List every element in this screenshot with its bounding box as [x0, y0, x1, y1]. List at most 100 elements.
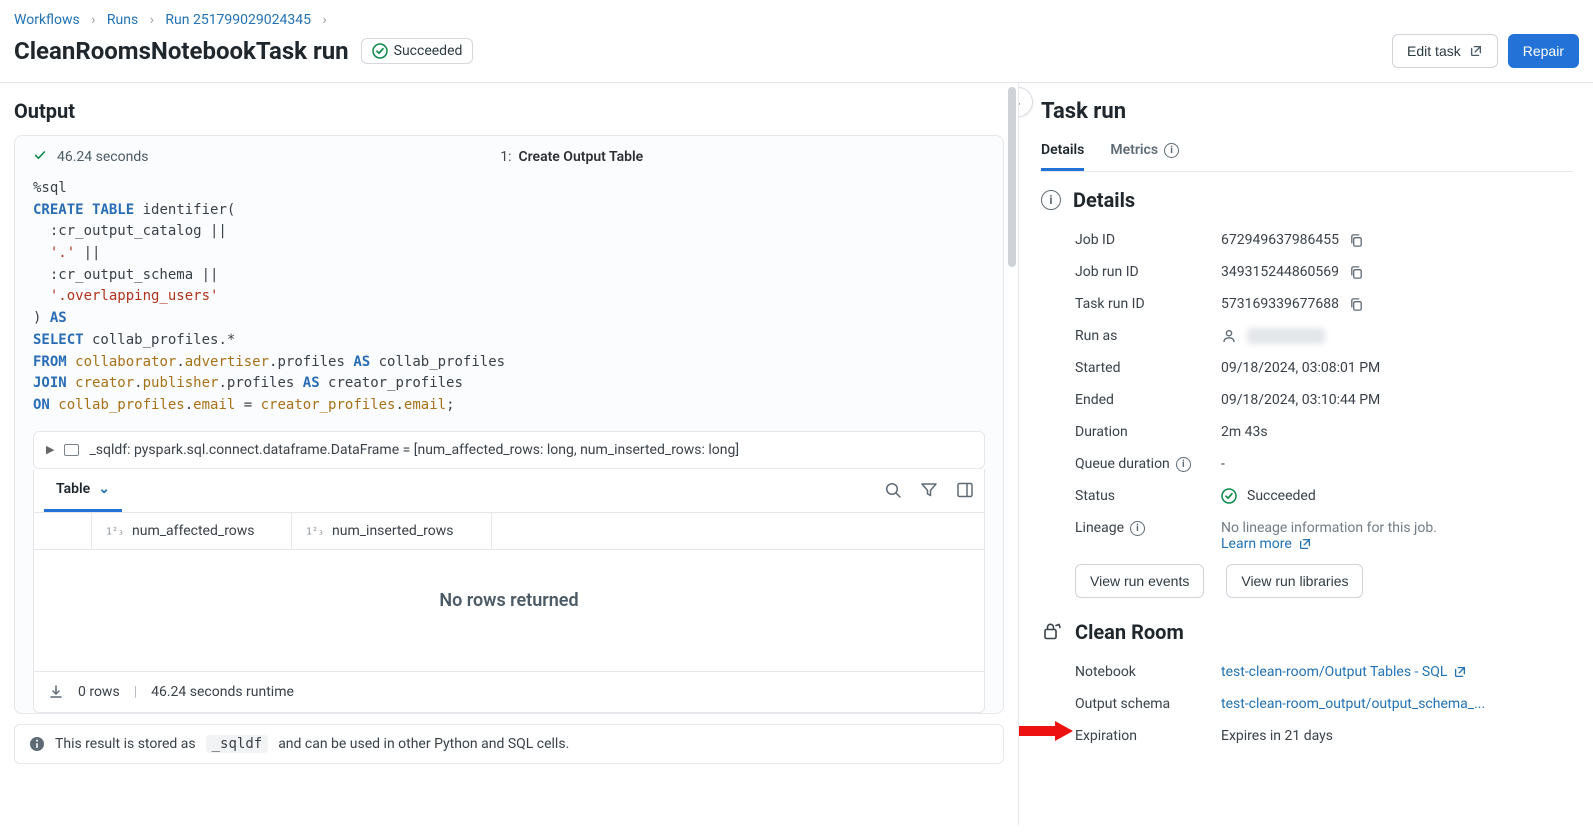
clean-room-title: Clean Room [1075, 620, 1184, 644]
breadcrumb-link-workflows[interactable]: Workflows [14, 12, 80, 28]
value-job-id: 672949637986455 [1221, 232, 1339, 248]
tab-metrics[interactable]: Metrics i [1110, 134, 1179, 171]
value-duration: 2m 43s [1221, 424, 1268, 440]
check-icon [33, 148, 47, 166]
code-block: %sql CREATE TABLE identifier( :cr_output… [33, 172, 985, 431]
breadcrumb-link-runs[interactable]: Runs [107, 12, 138, 28]
dataframe-icon [64, 444, 79, 456]
view-run-events-button[interactable]: View run events [1075, 564, 1204, 598]
search-icon[interactable] [884, 481, 902, 499]
separator: | [134, 684, 137, 700]
learn-more-link[interactable]: Learn more [1221, 536, 1573, 552]
external-link-icon [1453, 665, 1467, 679]
copy-icon[interactable] [1349, 233, 1364, 248]
info-icon [29, 736, 45, 752]
value-queue-duration: - [1221, 456, 1225, 472]
label-ended: Ended [1075, 392, 1114, 408]
svg-text:1²₃: 1²₃ [106, 526, 124, 537]
page-title: CleanRoomsNotebookTask run [14, 37, 349, 65]
value-task-run-id: 573169339677688 [1221, 296, 1339, 312]
label-started: Started [1075, 360, 1121, 376]
edit-task-label: Edit task [1407, 43, 1461, 59]
person-icon [1221, 328, 1237, 344]
collapse-panel-button[interactable]: › [1018, 87, 1033, 117]
info-icon[interactable]: i [1176, 457, 1191, 472]
cell-duration: 46.24 seconds [57, 149, 148, 165]
table-header: 1²₃ num_affected_rows 1²₃ num_inserted_r… [34, 513, 984, 550]
clean-room-icon [1041, 621, 1063, 643]
repair-button[interactable]: Repair [1508, 34, 1579, 68]
external-link-icon [1469, 44, 1483, 58]
label-job-run-id: Job run ID [1075, 264, 1139, 280]
tab-table[interactable]: Table ⌄ [44, 469, 122, 512]
value-output-schema: test-clean-room_output/output_schema_... [1221, 696, 1485, 712]
copy-icon[interactable] [1349, 297, 1364, 312]
svg-text:1²₃: 1²₃ [306, 526, 324, 537]
download-icon[interactable] [48, 684, 64, 700]
label-output-schema: Output schema [1075, 696, 1170, 712]
output-heading: Output [0, 83, 1018, 135]
numeric-type-icon: 1²₃ [306, 524, 324, 538]
result-note-post: and can be used in other Python and SQL … [278, 736, 569, 752]
notebook-cell: 46.24 seconds 1: Create Output Table %sq… [14, 135, 1004, 714]
expand-icon[interactable]: ▶ [46, 443, 54, 456]
value-expiration: Expires in 21 days [1221, 728, 1333, 744]
status-badge-label: Succeeded [394, 43, 463, 59]
chevron-down-icon[interactable]: ⌄ [98, 481, 110, 497]
tab-details-label: Details [1041, 142, 1084, 158]
value-lineage: No lineage information for this job. [1221, 520, 1573, 536]
sqldf-summary[interactable]: ▶ _sqldf: pyspark.sql.connect.dataframe.… [33, 431, 985, 469]
runtime-text: 46.24 seconds runtime [151, 684, 294, 700]
info-icon: i [1041, 190, 1061, 210]
value-job-run-id: 349315244860569 [1221, 264, 1339, 280]
label-status: Status [1075, 488, 1115, 504]
row-count: 0 rows [78, 684, 120, 700]
result-note: This result is stored as _sqldf and can … [14, 724, 1004, 764]
chevron-right-icon: › [91, 12, 95, 28]
label-job-id: Job ID [1075, 232, 1115, 248]
chevron-right-icon: › [150, 12, 154, 28]
view-run-libraries-button[interactable]: View run libraries [1226, 564, 1363, 598]
label-run-as: Run as [1075, 328, 1117, 344]
label-task-run-id: Task run ID [1075, 296, 1145, 312]
label-duration: Duration [1075, 424, 1128, 440]
value-status: Succeeded [1247, 488, 1316, 504]
status-badge: Succeeded [361, 38, 474, 64]
task-run-heading: Task run [1041, 99, 1573, 124]
scrollbar[interactable] [1008, 87, 1016, 267]
info-icon[interactable]: i [1130, 521, 1145, 536]
label-lineage: Lineage [1075, 520, 1124, 536]
output-schema-link[interactable]: test-clean-room_output/output_schema_... [1221, 696, 1485, 712]
column-name-0: num_affected_rows [132, 523, 255, 539]
panel-icon[interactable] [956, 481, 974, 499]
filter-icon[interactable] [920, 481, 938, 499]
chevron-right-icon: › [322, 12, 326, 28]
empty-table-message: No rows returned [34, 550, 984, 671]
tab-table-label: Table [56, 481, 90, 497]
numeric-type-icon: 1²₃ [106, 524, 124, 538]
breadcrumb: Workflows › Runs › Run 251799029024345 › [0, 0, 1593, 34]
learn-more-label: Learn more [1221, 536, 1292, 552]
label-queue-duration: Queue duration [1075, 456, 1170, 472]
result-note-pre: This result is stored as [55, 736, 196, 752]
column-header[interactable]: 1²₃ num_inserted_rows [292, 513, 492, 549]
column-header[interactable]: 1²₃ num_affected_rows [92, 513, 292, 549]
info-icon: i [1164, 143, 1179, 158]
cell-title: Create Output Table [518, 149, 643, 165]
value-started: 09/18/2024, 03:08:01 PM [1221, 360, 1380, 376]
view-run-events-label: View run events [1090, 573, 1189, 589]
redacted-user [1247, 328, 1325, 344]
repair-label: Repair [1523, 43, 1564, 59]
result-note-chip: _sqldf [206, 735, 269, 753]
row-number-header [34, 513, 92, 549]
tab-metrics-label: Metrics [1110, 142, 1158, 158]
copy-icon[interactable] [1349, 265, 1364, 280]
edit-task-button[interactable]: Edit task [1392, 34, 1498, 68]
view-run-libraries-label: View run libraries [1241, 573, 1348, 589]
external-link-icon [1298, 537, 1312, 551]
breadcrumb-link-run[interactable]: Run 251799029024345 [165, 12, 311, 28]
tab-details[interactable]: Details [1041, 134, 1084, 171]
check-circle-icon [1221, 488, 1237, 504]
check-circle-icon [372, 43, 388, 59]
notebook-link[interactable]: test-clean-room/Output Tables - SQL [1221, 664, 1467, 680]
